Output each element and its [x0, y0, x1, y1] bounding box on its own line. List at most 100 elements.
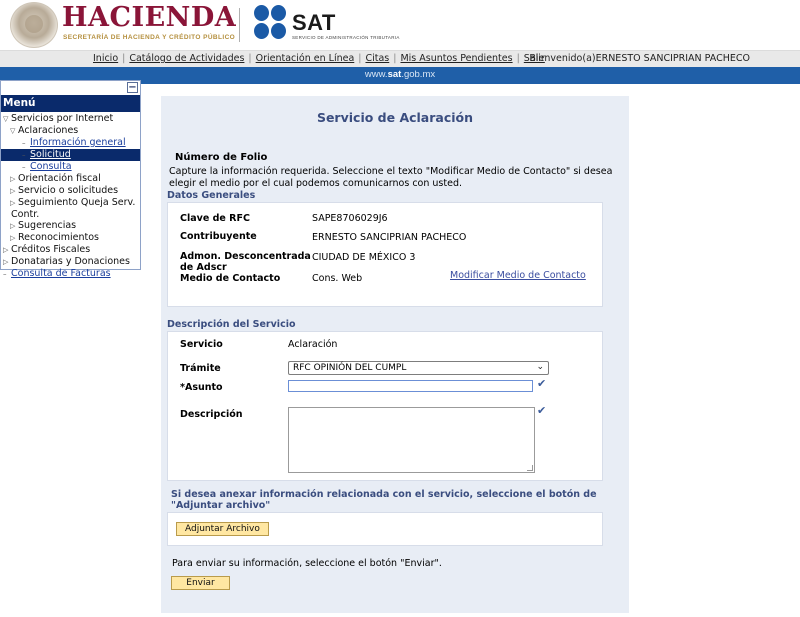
nav-separator: | — [248, 53, 252, 64]
nav-link-asuntos[interactable]: Mis Asuntos Pendientes — [400, 53, 512, 64]
sidebar-item-contr[interactable]: Contr. — [1, 209, 140, 220]
contribuyente-label: Contribuyente — [180, 231, 257, 242]
nav-separator: | — [393, 53, 397, 64]
rfc-label: Clave de RFC — [180, 213, 250, 224]
adjuntar-archivo-button[interactable]: Adjuntar Archivo — [176, 522, 269, 536]
sidebar-item-consulta[interactable]: – Consulta — [1, 161, 140, 173]
bullet-icon: – — [22, 151, 26, 159]
tramite-label: Trámite — [180, 363, 221, 374]
nav-link-catalogo[interactable]: Catálogo de Actividades — [129, 53, 244, 64]
sidebar-item-label[interactable]: Consulta de Facturas — [11, 268, 111, 279]
instructions-text: Capture la información requerida. Selecc… — [169, 166, 613, 189]
resize-grip-icon[interactable] — [527, 465, 533, 471]
contribuyente-value: ERNESTO SANCIPRIAN PACHECO — [312, 232, 467, 243]
hacienda-title: HACIENDA — [62, 2, 237, 33]
sidebar-item-reconocimientos[interactable]: ▷ Reconocimientos — [1, 232, 140, 244]
spellcheck-icon[interactable]: ✔ — [537, 378, 551, 390]
rfc-value: SAPE8706029J6 — [312, 213, 388, 224]
sidebar-item-label: Sugerencias — [18, 220, 77, 231]
sidebar-item-aclaraciones[interactable]: ▽ Aclaraciones — [1, 125, 140, 137]
send-instructions: Para enviar su información, seleccione e… — [172, 558, 442, 569]
collapsed-arrow-icon: ▷ — [3, 246, 9, 254]
sidebar-item-sugerencias[interactable]: ▷ Sugerencias — [1, 220, 140, 232]
admon-label: Admon. Desconcentrada de Adscr — [180, 251, 311, 273]
welcome-text: Bienvenido(a)ERNESTO SANCIPRIAN PACHECO — [529, 53, 750, 64]
descripcion-servicio-box: Servicio Aclaración Trámite RFC OPINIÓN … — [167, 331, 603, 481]
servicio-label: Servicio — [180, 339, 223, 350]
spellcheck-icon[interactable]: ✔ — [537, 405, 551, 417]
servicio-value: Aclaración — [288, 339, 338, 350]
sidebar-item-label[interactable]: Solicitud — [30, 149, 71, 160]
collapse-menu-button[interactable]: − — [127, 82, 138, 93]
nav-separator: | — [358, 53, 362, 64]
sidebar-item-consulta-de-facturas[interactable]: – Consulta de Facturas — [1, 268, 140, 280]
sidebar-item-label: Contr. — [11, 209, 40, 220]
header: HACIENDA SECRETARÍA DE HACIENDA Y CRÉDIT… — [0, 0, 800, 50]
collapsed-arrow-icon: ▷ — [10, 222, 16, 230]
enviar-button[interactable]: Enviar — [171, 576, 230, 590]
medio-contacto-value: Cons. Web — [312, 273, 363, 284]
collapsed-arrow-icon: ▷ — [10, 199, 16, 207]
sidebar-item-label[interactable]: Información general — [30, 137, 126, 148]
sidebar-item-solicitud[interactable]: – Solicitud — [1, 149, 140, 161]
sidebar-item-información-general[interactable]: – Información general — [1, 137, 140, 149]
national-seal-logo — [10, 2, 58, 48]
sidebar-item-seguimiento-queja-serv[interactable]: ▷ Seguimiento Queja Serv. — [1, 197, 140, 209]
attach-box: Adjuntar Archivo — [167, 512, 603, 546]
menu-list: ▽ Servicios por Internet ▽ Aclaraciones – Inf… — [1, 112, 140, 280]
collapsed-arrow-icon: ▷ — [10, 187, 16, 195]
sat-logo-icon — [254, 5, 288, 41]
chevron-down-icon: ⌄ — [536, 362, 544, 372]
collapsed-arrow-icon: ▷ — [10, 175, 16, 183]
nav-link-citas[interactable]: Citas — [365, 53, 389, 64]
header-divider — [239, 8, 240, 42]
page-title: Servicio de Aclaración — [316, 110, 474, 125]
menu-title: Menú — [1, 95, 140, 112]
main-panel: Servicio de Aclaración Número de Folio C… — [161, 96, 629, 613]
bullet-icon: – — [3, 270, 7, 278]
expanded-arrow-icon: ▽ — [3, 115, 9, 123]
sidebar-item-servicio-o-solicitudes[interactable]: ▷ Servicio o solicitudes — [1, 185, 140, 197]
collapsed-arrow-icon: ▷ — [10, 234, 16, 242]
sat-subtitle: SERVICIO DE ADMINISTRACIÓN TRIBUTARIA — [292, 35, 400, 40]
descripcion-label: Descripción — [180, 409, 243, 420]
descripcion-textarea[interactable] — [288, 407, 535, 473]
nav-link-orientacion[interactable]: Orientación en Línea — [256, 53, 355, 64]
sidebar-item-label[interactable]: Consulta — [30, 161, 72, 172]
sidebar-item-label: Reconocimientos — [18, 232, 99, 243]
sidebar-item-donatarias-y-donaciones[interactable]: ▷ Donatarias y Donaciones — [1, 256, 140, 268]
sidebar-item-orientación-fiscal[interactable]: ▷ Orientación fiscal — [1, 173, 140, 185]
expanded-arrow-icon: ▽ — [10, 127, 16, 135]
nav-separator: | — [122, 53, 126, 64]
sidebar-item-label: Servicio o solicitudes — [18, 185, 119, 196]
folio-label: Número de Folio — [175, 152, 268, 163]
attach-instructions: Si desea anexar información relacionada … — [171, 489, 597, 511]
sidebar-item-servicios-por-internet[interactable]: ▽ Servicios por Internet — [1, 113, 140, 125]
nav-link-inicio[interactable]: Inicio — [93, 53, 118, 64]
admon-value: CIUDAD DE MÉXICO 3 — [312, 252, 416, 263]
medio-contacto-label: Medio de Contacto — [180, 273, 281, 284]
tramite-select[interactable]: RFC OPINIÓN DEL CUMPL ⌄ — [288, 361, 549, 375]
modificar-medio-link[interactable]: Modificar Medio de Contacto — [450, 270, 586, 281]
asunto-label: *Asunto — [180, 382, 223, 393]
collapsed-arrow-icon: ▷ — [3, 258, 9, 266]
site-url: www.sat.gob.mx — [364, 69, 436, 80]
datos-generales-title: Datos Generales — [167, 190, 256, 201]
sidebar-item-label: Aclaraciones — [18, 125, 79, 136]
sidebar-item-label: Orientación fiscal — [18, 173, 101, 184]
sidebar-item-label: Créditos Fiscales — [11, 244, 91, 255]
sidebar-item-label: Servicios por Internet — [11, 113, 114, 124]
sidebar-menu: − Menú ▽ Servicios por Internet ▽ Aclaracio… — [0, 80, 141, 279]
bullet-icon: – — [22, 163, 26, 171]
sidebar-item-créditos-fiscales[interactable]: ▷ Créditos Fiscales — [1, 244, 140, 256]
hacienda-subtitle: SECRETARÍA DE HACIENDA Y CRÉDITO PÚBLICO — [63, 34, 236, 41]
asunto-input[interactable] — [288, 380, 533, 392]
sidebar-item-label: Seguimiento Queja Serv. — [18, 197, 136, 208]
nav-separator: | — [516, 53, 520, 64]
datos-generales-box: Clave de RFC SAPE8706029J6 Contribuyente… — [167, 202, 603, 307]
bullet-icon: – — [22, 139, 26, 147]
sidebar-item-label: Donatarias y Donaciones — [11, 256, 130, 267]
descripcion-servicio-title: Descripción del Servicio — [167, 319, 296, 330]
sat-title: SAT — [292, 10, 336, 35]
top-nav: Inicio | Catálogo de Actividades | Orientaci… — [0, 50, 800, 67]
